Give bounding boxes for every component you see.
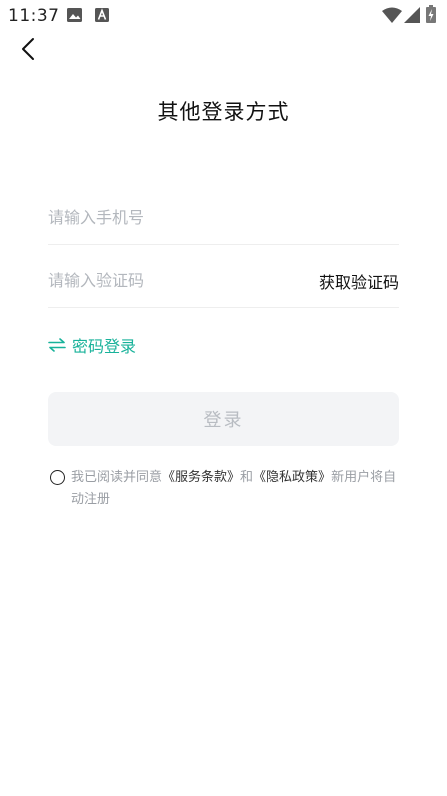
font-notification-icon xyxy=(95,8,109,22)
service-terms-link[interactable]: 《服务条款》 xyxy=(162,470,240,485)
password-login-link[interactable]: 密码登录 xyxy=(48,333,136,357)
privacy-policy-link[interactable]: 《隐私政策》 xyxy=(253,470,331,485)
agree-checkbox[interactable] xyxy=(50,470,65,485)
signal-icon xyxy=(404,7,420,23)
status-time: 11:37 xyxy=(8,6,60,26)
phone-field xyxy=(48,196,399,245)
phone-input[interactable] xyxy=(48,202,298,232)
swap-arrows-icon xyxy=(48,338,66,352)
password-login-label: 密码登录 xyxy=(72,337,137,356)
status-bar: 11:37 xyxy=(0,0,447,32)
back-button[interactable] xyxy=(14,34,46,66)
image-notification-icon xyxy=(67,8,82,22)
agreement-prefix: 我已阅读并同意 xyxy=(71,470,163,485)
agreement-and: 和 xyxy=(240,470,254,485)
verification-code-field: 获取验证码 xyxy=(48,259,399,308)
verification-code-input[interactable] xyxy=(48,265,298,295)
agreement: 我已阅读并同意《服务条款》和《隐私政策》新用户将自动注册 xyxy=(48,467,403,511)
chevron-left-icon xyxy=(22,38,34,60)
login-button[interactable]: 登录 xyxy=(48,392,399,446)
wifi-icon xyxy=(382,7,402,23)
page-title: 其他登录方式 xyxy=(157,100,290,124)
get-code-button[interactable]: 获取验证码 xyxy=(319,269,399,293)
battery-charging-icon xyxy=(426,5,436,23)
agreement-text: 我已阅读并同意《服务条款》和《隐私政策》新用户将自动注册 xyxy=(71,467,403,511)
